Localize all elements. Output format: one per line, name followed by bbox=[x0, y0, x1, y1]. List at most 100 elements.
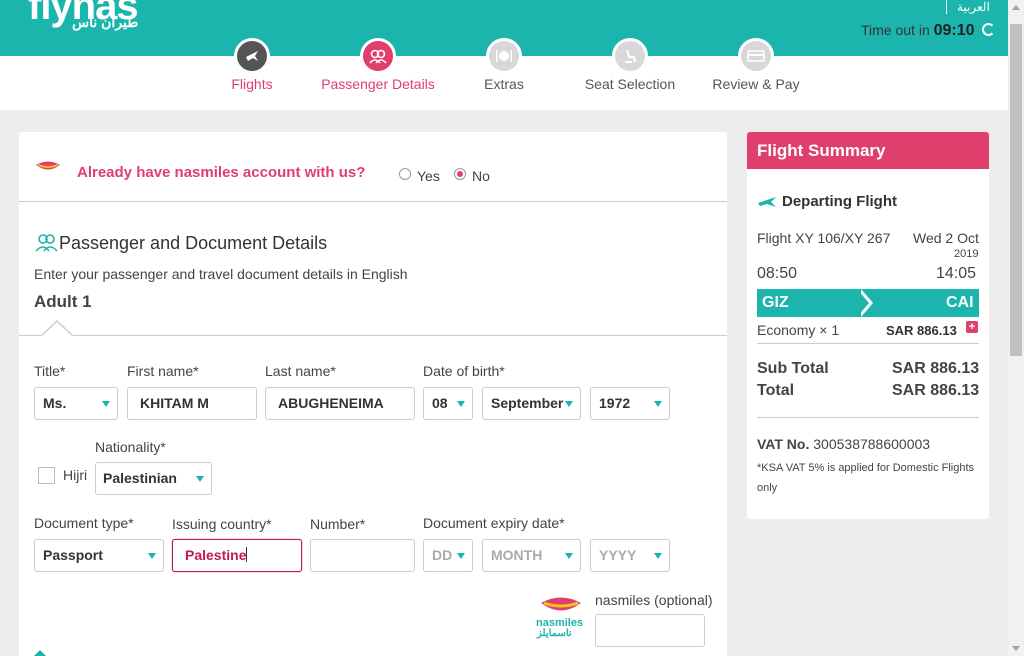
dob-day-select[interactable]: 08 bbox=[423, 387, 473, 420]
vat-note: *KSA VAT 5% is applied for Domestic Flig… bbox=[757, 462, 975, 494]
tab-pointer-inner bbox=[42, 322, 72, 336]
section-subtitle: Enter your passenger and travel document… bbox=[34, 266, 408, 282]
summary-title: Flight Summary bbox=[747, 132, 989, 169]
expiry-month-placeholder: MONTH bbox=[491, 547, 543, 563]
no-radio[interactable] bbox=[454, 168, 466, 180]
document-number-label: Number* bbox=[310, 516, 366, 532]
total-label: Total bbox=[757, 382, 795, 399]
passengers-icon bbox=[35, 234, 58, 252]
last-name-label: Last name* bbox=[265, 363, 336, 379]
chevron-down-icon bbox=[654, 401, 662, 407]
nasmiles-optional-label: nasmiles (optional) bbox=[595, 592, 713, 608]
expiry-date-label: Document expiry date* bbox=[423, 515, 565, 531]
booking-steps: Flights Passenger Details Extras Seat Se… bbox=[0, 38, 1008, 110]
step-label: Extras bbox=[484, 76, 524, 92]
title-label: Title* bbox=[34, 363, 66, 379]
expiry-month-select[interactable]: MONTH bbox=[482, 539, 581, 572]
first-name-label: First name* bbox=[127, 363, 199, 379]
last-name-value: ABUGHENEIMA bbox=[278, 395, 384, 411]
chevron-down-icon bbox=[457, 553, 465, 559]
dob-year-select[interactable]: 1972 bbox=[590, 387, 670, 420]
title-select[interactable]: Ms. bbox=[34, 387, 118, 420]
nasmiles-logo-arabic: ناسمايلز bbox=[537, 628, 572, 639]
chevron-down-icon bbox=[196, 476, 204, 482]
last-name-input[interactable]: ABUGHENEIMA bbox=[265, 387, 415, 420]
hijri-label[interactable]: Hijri bbox=[63, 467, 87, 483]
step-label: Passenger Details bbox=[321, 76, 435, 92]
fare-price: SAR 886.13 bbox=[886, 323, 957, 338]
scrollbar-thumb[interactable] bbox=[1010, 24, 1022, 356]
subtotal-label: Sub Total bbox=[757, 360, 829, 377]
dob-month-value: September bbox=[491, 395, 564, 411]
document-number-input[interactable] bbox=[310, 539, 415, 572]
divider bbox=[19, 335, 727, 336]
first-name-input[interactable]: KHITAM M bbox=[127, 387, 257, 420]
dob-year-value: 1972 bbox=[599, 395, 631, 411]
dob-label: Date of birth* bbox=[423, 363, 505, 379]
nasmiles-question-text: Already have nasmiles account with us? bbox=[77, 164, 366, 181]
arrival-time: 14:05 bbox=[936, 265, 977, 282]
nasmiles-account-question: Already have nasmiles account with us? Y… bbox=[19, 132, 727, 202]
chevron-down-icon bbox=[654, 553, 662, 559]
chevron-down-icon bbox=[457, 401, 465, 407]
scroll-up-arrow-icon[interactable] bbox=[1012, 5, 1020, 10]
nationality-value: Palestinian bbox=[103, 470, 177, 486]
adult-tab[interactable]: Adult 1 bbox=[34, 292, 92, 312]
document-type-label: Document type* bbox=[34, 515, 134, 531]
passengers-icon bbox=[360, 38, 396, 74]
hijri-checkbox[interactable] bbox=[38, 467, 55, 484]
yes-radio[interactable] bbox=[399, 168, 411, 180]
flight-number: Flight XY 106/XY 267 bbox=[757, 230, 891, 246]
nationality-label: Nationality* bbox=[95, 439, 166, 455]
passenger-form-card: Already have nasmiles account with us? Y… bbox=[19, 132, 727, 656]
refresh-icon[interactable] bbox=[982, 23, 996, 36]
plane-icon bbox=[234, 38, 270, 74]
step-label: Flights bbox=[231, 76, 273, 92]
divider bbox=[757, 343, 979, 344]
text-cursor bbox=[246, 547, 248, 562]
dob-month-select[interactable]: September bbox=[482, 387, 581, 420]
departing-flight-label: Departing Flight bbox=[782, 193, 897, 210]
document-type-select[interactable]: Passport bbox=[34, 539, 164, 572]
flynas-logo-arabic: طيران ناس bbox=[72, 14, 139, 30]
nasmiles-lips-icon bbox=[36, 161, 60, 170]
issuing-country-label: Issuing country* bbox=[172, 516, 272, 532]
expiry-year-placeholder: YYYY bbox=[599, 547, 637, 563]
expand-plus-icon[interactable]: + bbox=[966, 321, 978, 333]
timeout-value: 09:10 bbox=[933, 22, 975, 39]
language-link[interactable]: العربية bbox=[946, 0, 990, 14]
expiry-day-select[interactable]: DD bbox=[423, 539, 473, 572]
fare-label: Economy × 1 bbox=[757, 322, 840, 338]
yes-radio-label[interactable]: Yes bbox=[417, 168, 440, 184]
section-title: Passenger and Document Details bbox=[59, 233, 328, 253]
chevron-down-icon bbox=[565, 401, 573, 407]
session-timeout: Time out in 09:10 bbox=[861, 22, 996, 40]
issuing-country-value: Palestine bbox=[185, 547, 247, 563]
no-radio-label[interactable]: No bbox=[472, 168, 490, 184]
plate-icon bbox=[486, 38, 522, 74]
step-label: Seat Selection bbox=[584, 76, 676, 92]
dob-day-value: 08 bbox=[432, 395, 448, 411]
page-scrollbar[interactable] bbox=[1008, 0, 1024, 656]
vat-label: VAT No. bbox=[757, 436, 810, 452]
scroll-down-arrow-icon[interactable] bbox=[1012, 646, 1020, 651]
chevron-down-icon bbox=[102, 401, 110, 407]
seat-icon bbox=[612, 38, 648, 74]
total-value: SAR 886.13 bbox=[892, 382, 980, 399]
departure-time: 08:50 bbox=[757, 265, 798, 282]
flight-year: 2019 bbox=[954, 248, 979, 260]
vat-number: 300538788600003 bbox=[813, 436, 931, 452]
nasmiles-number-input[interactable] bbox=[595, 614, 705, 647]
flight-summary-panel: Flight Summary Departing Flight Flight X… bbox=[747, 132, 989, 519]
expiry-day-placeholder: DD bbox=[432, 547, 453, 563]
route-bar: GIZ CAI bbox=[757, 289, 979, 317]
title-value: Ms. bbox=[43, 395, 67, 411]
nasmiles-logo-icon bbox=[541, 597, 581, 611]
chevron-down-icon bbox=[565, 553, 573, 559]
issuing-country-input[interactable]: Palestine bbox=[172, 539, 302, 572]
flight-date: Wed 2 Oct bbox=[913, 230, 979, 246]
expiry-year-select[interactable]: YYYY bbox=[590, 539, 670, 572]
plane-icon bbox=[758, 197, 776, 207]
nationality-select[interactable]: Palestinian bbox=[95, 462, 212, 495]
subtotal-value: SAR 886.13 bbox=[892, 360, 980, 377]
